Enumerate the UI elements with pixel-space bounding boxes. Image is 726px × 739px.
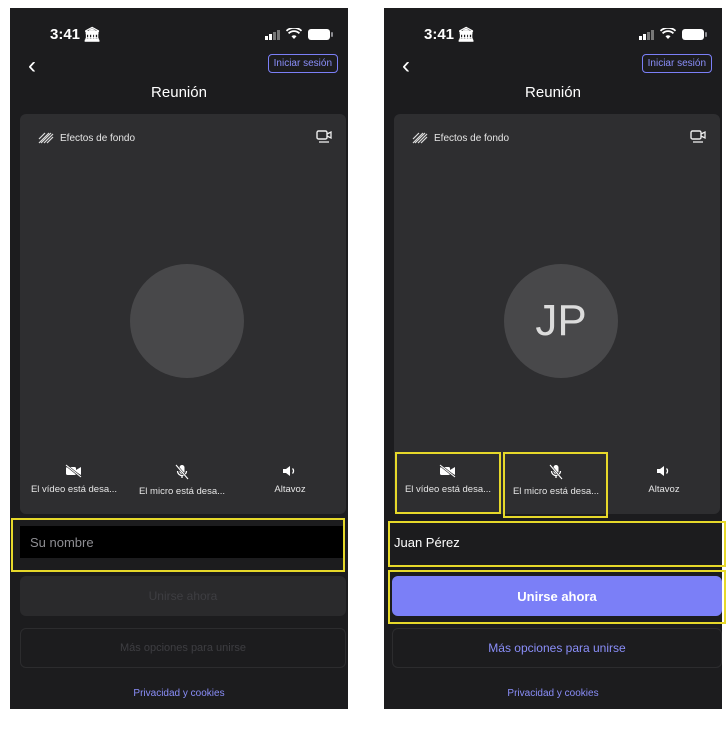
switch-camera-icon[interactable] xyxy=(690,130,706,144)
background-effects-label: Efectos de fondo xyxy=(434,132,510,144)
back-chevron-icon[interactable]: ‹ xyxy=(28,54,36,78)
video-off-icon xyxy=(65,464,82,478)
background-effects-icon xyxy=(412,132,428,144)
wifi-icon xyxy=(660,28,676,39)
background-effects-label: Efectos de fondo xyxy=(60,132,136,144)
phone-screen-before: 3:41 🏛 ‹ Iniciar sesión Reunión Efectos d… xyxy=(10,8,348,709)
speaker-toggle[interactable]: Altavoz xyxy=(244,464,336,495)
page-title: Reunión xyxy=(525,84,581,101)
mic-off-icon xyxy=(549,464,563,480)
video-preview: Efectos de fondo JP El vídeo está desa..… xyxy=(394,114,720,514)
name-input[interactable]: Su nombre xyxy=(20,526,344,558)
video-preview: Efectos de fondo El vídeo está desa... E… xyxy=(20,114,346,514)
mic-off-icon xyxy=(175,464,189,480)
phone-screen-after: 3:41 🏛 ‹ Iniciar sesión Reunión Efectos d… xyxy=(384,8,722,709)
signin-button[interactable]: Iniciar sesión xyxy=(641,54,712,73)
video-status-label: El vídeo está desa... xyxy=(404,484,492,495)
signin-button[interactable]: Iniciar sesión xyxy=(267,54,338,73)
switch-camera-icon[interactable] xyxy=(316,130,332,144)
signal-icon xyxy=(639,29,654,40)
avatar: JP xyxy=(504,264,618,378)
bank-icon: 🏛 xyxy=(83,26,101,42)
signal-icon xyxy=(265,29,280,40)
name-input-value: Juan Pérez xyxy=(394,534,460,550)
privacy-link[interactable]: Privacidad y cookies xyxy=(384,688,722,699)
name-input-placeholder: Su nombre xyxy=(30,534,94,550)
video-toggle[interactable]: El vídeo está desa... xyxy=(396,464,500,495)
speaker-icon xyxy=(657,466,669,476)
status-bar: 3:41 🏛 xyxy=(414,26,707,46)
background-effects-button[interactable]: Efectos de fondo xyxy=(38,132,135,144)
speaker-label: Altavoz xyxy=(274,484,306,495)
video-status-label: El vídeo está desa... xyxy=(30,484,118,495)
join-now-button[interactable]: Unirse ahora xyxy=(392,576,722,616)
page-title: Reunión xyxy=(151,84,207,101)
background-effects-icon xyxy=(38,132,54,144)
status-bar: 3:41 🏛 xyxy=(40,26,333,46)
speaker-icon xyxy=(283,466,295,476)
privacy-link[interactable]: Privacidad y cookies xyxy=(10,688,348,699)
clock: 3:41 xyxy=(50,26,81,43)
name-input[interactable]: Juan Pérez xyxy=(384,526,708,558)
clock: 3:41 xyxy=(424,26,455,43)
back-chevron-icon[interactable]: ‹ xyxy=(402,54,410,78)
battery-icon xyxy=(308,28,333,40)
avatar xyxy=(130,264,244,378)
battery-icon xyxy=(682,28,707,40)
mic-status-label: El micro está desa... xyxy=(138,486,226,497)
mic-toggle[interactable]: El micro está desa... xyxy=(504,464,608,497)
video-off-icon xyxy=(439,464,456,478)
more-join-options-button[interactable]: Más opciones para unirse xyxy=(392,628,722,668)
more-join-options-button[interactable]: Más opciones para unirse xyxy=(20,628,346,668)
wifi-icon xyxy=(286,28,302,39)
mic-status-label: El micro está desa... xyxy=(512,486,600,497)
speaker-label: Altavoz xyxy=(648,484,680,495)
video-toggle[interactable]: El vídeo está desa... xyxy=(22,464,126,495)
speaker-toggle[interactable]: Altavoz xyxy=(618,464,710,495)
mic-toggle[interactable]: El micro está desa... xyxy=(130,464,234,497)
background-effects-button[interactable]: Efectos de fondo xyxy=(412,132,509,144)
join-now-button[interactable]: Unirse ahora xyxy=(20,576,346,616)
bank-icon: 🏛 xyxy=(457,26,475,42)
